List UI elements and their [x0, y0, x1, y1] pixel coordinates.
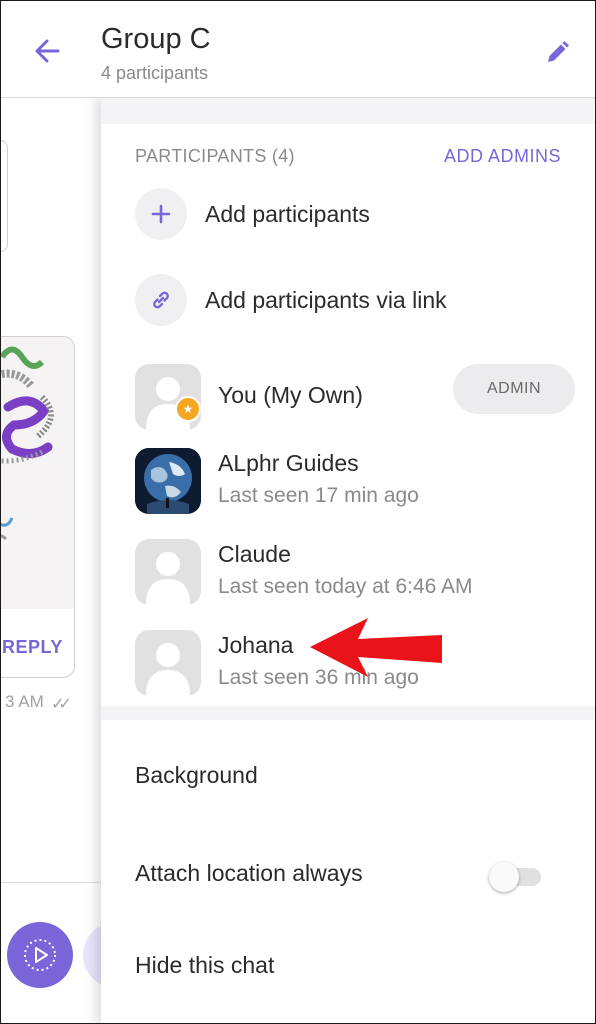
- chat-background: REPLY 3 AM ✓✓: [1, 98, 101, 1023]
- participant-row[interactable]: ALphr Guides Last seen 17 min ago: [135, 448, 575, 516]
- add-via-link-label: Add participants via link: [205, 286, 447, 313]
- add-admins-button[interactable]: ADD ADMINS: [444, 146, 561, 167]
- add-via-link-icon-circle: [135, 274, 187, 326]
- default-avatar: [135, 539, 201, 605]
- chat-info-panel: PARTICIPANTS (4) ADD ADMINS Add particip…: [101, 98, 595, 1023]
- participant-row[interactable]: Claude Last seen today at 6:46 AM: [135, 539, 575, 607]
- last-seen-status: Last seen 17 min ago: [218, 484, 419, 507]
- participant-row[interactable]: ★ You (My Own) ADMIN: [135, 364, 575, 432]
- add-participants-icon-circle: [135, 188, 187, 240]
- screen: Group C 4 participants REPLY 3 AM ✓✓ PAR…: [0, 0, 596, 1024]
- hide-chat-setting[interactable]: Hide this chat: [135, 952, 274, 979]
- section-divider: [101, 706, 595, 720]
- pencil-icon: [548, 41, 569, 62]
- attach-location-label: Attach location always: [135, 860, 363, 886]
- add-participants-link-row[interactable]: Add participants via link: [135, 272, 447, 328]
- participant-name: Johana: [218, 632, 294, 658]
- add-participants-label: Add participants: [205, 200, 370, 227]
- voice-record-button[interactable]: [7, 922, 73, 988]
- last-seen-status: Last seen today at 6:46 AM: [218, 575, 473, 598]
- admin-badge: ADMIN: [453, 364, 575, 414]
- divider: [1, 882, 101, 883]
- play-icon: [24, 939, 56, 971]
- read-receipt-icon: ✓✓: [51, 696, 72, 713]
- arrow-left-icon: [35, 39, 60, 63]
- toggle-thumb: [489, 862, 519, 892]
- back-button[interactable]: [27, 31, 67, 71]
- plus-icon: [151, 204, 171, 224]
- participant-count: 4 participants: [101, 63, 209, 83]
- message-time: 3 AM: [5, 692, 44, 711]
- sticker-image: [1, 337, 74, 609]
- participant-name: Claude: [218, 541, 291, 567]
- top-bar: Group C 4 participants: [1, 1, 595, 98]
- attach-location-toggle[interactable]: [489, 862, 541, 892]
- annotation-arrow-icon: [310, 618, 442, 677]
- default-avatar: [135, 630, 201, 696]
- participants-section-header: PARTICIPANTS (4): [135, 146, 295, 166]
- participant-name: ALphr Guides: [218, 450, 359, 476]
- participant-name: You (My Own): [218, 382, 363, 408]
- earth-avatar: [135, 448, 201, 514]
- sticker-message-card[interactable]: REPLY: [1, 336, 75, 678]
- secondary-action-button[interactable]: [83, 922, 101, 988]
- group-title: Group C: [101, 23, 211, 55]
- star-icon: ★: [175, 396, 201, 422]
- section-divider: [101, 98, 595, 124]
- link-icon: [153, 291, 169, 309]
- add-participants-row[interactable]: Add participants: [135, 186, 370, 242]
- edit-button[interactable]: [537, 33, 577, 73]
- background-setting[interactable]: Background: [135, 762, 258, 789]
- reply-button[interactable]: REPLY: [2, 637, 63, 658]
- message-bubble: [1, 140, 8, 252]
